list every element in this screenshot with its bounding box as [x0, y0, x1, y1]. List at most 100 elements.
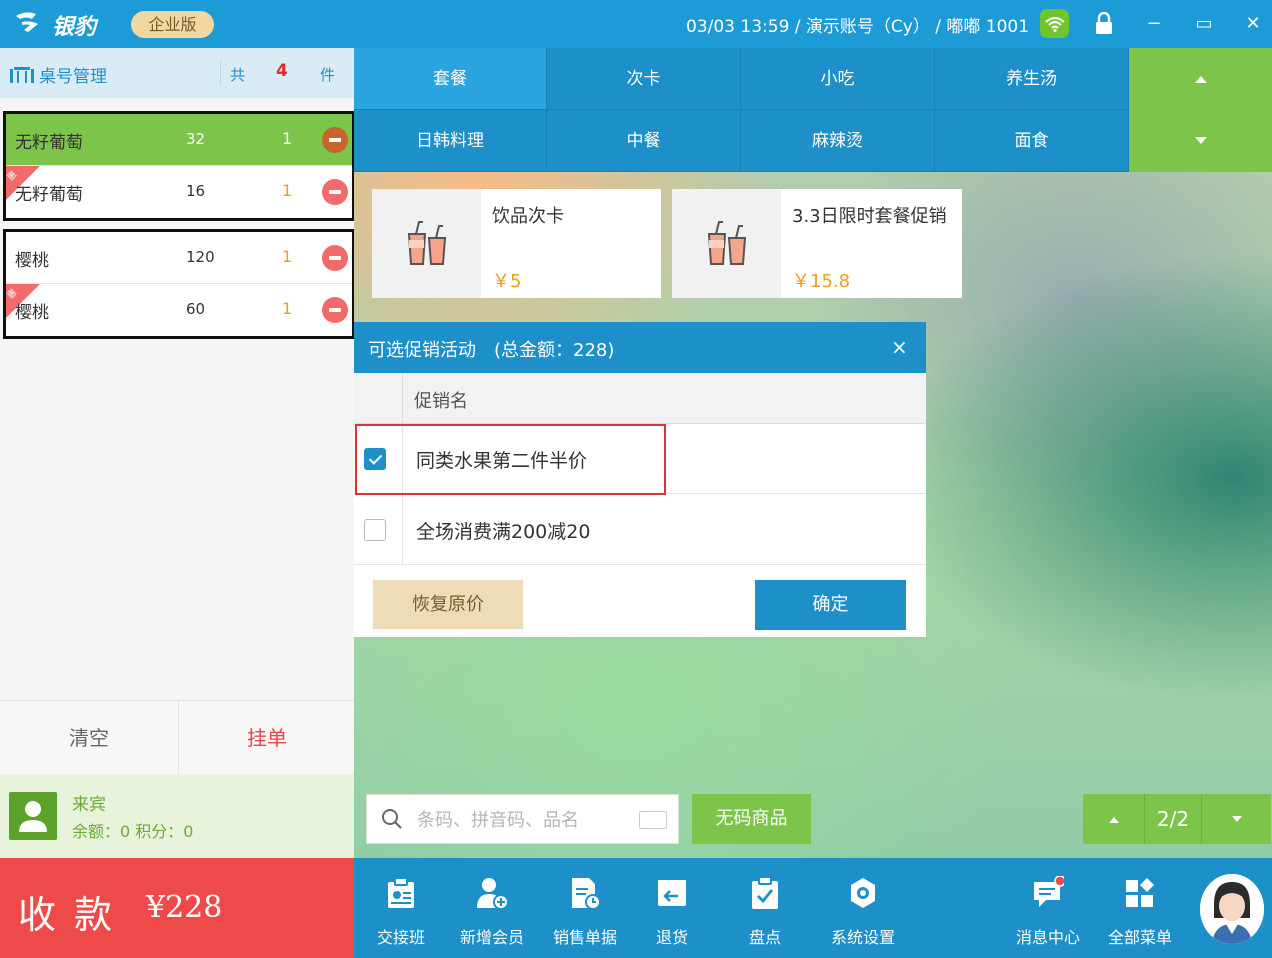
item-qty: 1: [282, 299, 293, 318]
product-name: 饮品次卡: [492, 206, 564, 227]
product-card[interactable]: 3.3日限时套餐促销 ￥15.8: [672, 189, 962, 298]
table-icon: [10, 66, 34, 83]
total-prefix: 共: [230, 66, 246, 84]
category-tab[interactable]: 麻辣烫: [741, 110, 935, 172]
column-divider: [402, 424, 403, 494]
promotion-checkbox[interactable]: [364, 519, 386, 541]
remove-item-icon[interactable]: [322, 245, 348, 271]
item-price: 16: [186, 182, 206, 200]
bottom-toolbar: 交接班 新增会员 销售单据 退货 盘点 系统设置 消息中心 全部菜单: [354, 858, 1272, 958]
category-tab[interactable]: 面食: [935, 110, 1129, 172]
checkout-amount: ¥228: [146, 890, 223, 925]
product-area: 套餐 次卡 小吃 养生汤 日韩料理 中餐 麻辣烫 面食 饮品次卡 ￥5 3.3日…: [354, 48, 1272, 958]
no-barcode-item-button[interactable]: 无码商品: [692, 794, 811, 844]
all-menu-icon: [1126, 878, 1154, 907]
product-price: ￥5: [492, 271, 522, 292]
dialog-header: 可选促销活动 (总金额：228) ×: [354, 322, 926, 373]
promotion-row[interactable]: 全场消费满200减20: [354, 495, 926, 565]
handover-icon: [388, 877, 414, 908]
maximize-button[interactable]: ▭: [1191, 10, 1217, 36]
toolbar-label: 消息中心: [1015, 928, 1080, 947]
order-group: 樱桃 120 1 惠 樱桃 60 1: [3, 229, 355, 339]
product-card[interactable]: 饮品次卡 ￥5: [372, 189, 661, 298]
total-suffix: 件: [320, 66, 336, 84]
order-item[interactable]: 惠 无籽葡萄 16 1: [6, 166, 352, 218]
item-price: 120: [186, 248, 215, 266]
promotion-checkbox[interactable]: [364, 448, 386, 470]
table-management-title[interactable]: 桌号管理: [9, 62, 107, 87]
dialog-close-button[interactable]: ×: [891, 335, 908, 359]
member-panel[interactable]: 来宾 余额：0 积分：0: [0, 774, 354, 858]
search-box[interactable]: [366, 794, 679, 844]
promotion-label: 同类水果第二件半价: [416, 450, 588, 472]
product-price: ￥15.8: [792, 271, 851, 292]
hang-order-button[interactable]: 挂单: [180, 701, 354, 775]
return-button[interactable]: 退货: [627, 858, 717, 958]
toolbar-label: 新增会员: [459, 928, 524, 947]
toolbar-label: 系统设置: [830, 928, 895, 947]
system-settings-button[interactable]: 系统设置: [818, 858, 908, 958]
inventory-button[interactable]: 盘点: [720, 858, 810, 958]
order-item[interactable]: 惠 樱桃 60 1: [6, 284, 352, 336]
order-item[interactable]: 樱桃 120 1: [6, 232, 352, 284]
category-up-button[interactable]: [1129, 48, 1272, 110]
item-name: 樱桃: [15, 251, 49, 271]
customer-service-avatar[interactable]: [1200, 874, 1264, 944]
member-name: 来宾: [72, 795, 106, 815]
lock-icon[interactable]: [1094, 11, 1114, 34]
total-count: 4: [276, 61, 288, 81]
category-tab[interactable]: 养生汤: [935, 48, 1129, 110]
promotion-column-header: 促销名: [354, 373, 926, 424]
category-down-button[interactable]: [1129, 110, 1272, 172]
toolbar-label: 退货: [655, 928, 688, 947]
remove-item-icon[interactable]: [322, 127, 348, 153]
toolbar-label: 销售单据: [552, 928, 617, 947]
app-logo: 银豹: [14, 9, 96, 41]
clear-button[interactable]: 清空: [0, 701, 179, 775]
category-tab[interactable]: 日韩料理: [354, 110, 547, 172]
close-button[interactable]: ✕: [1240, 10, 1266, 36]
column-divider: [402, 373, 403, 424]
remove-item-icon[interactable]: [322, 179, 348, 205]
all-menu-button[interactable]: 全部菜单: [1095, 858, 1185, 958]
item-price: 32: [186, 130, 206, 148]
keyboard-icon[interactable]: [639, 811, 667, 829]
table-title-label: 桌号管理: [39, 67, 107, 87]
drink-icon: [372, 189, 481, 298]
checkout-button[interactable]: 收款 ¥228: [0, 858, 354, 958]
remove-item-icon[interactable]: [322, 297, 348, 323]
handover-button[interactable]: 交接班: [356, 858, 446, 958]
category-tab[interactable]: 小吃: [741, 48, 935, 110]
member-avatar-icon: [9, 792, 57, 840]
search-input[interactable]: [417, 805, 627, 835]
promotion-row[interactable]: 同类水果第二件半价: [354, 424, 926, 494]
header-divider: [220, 60, 221, 86]
category-tab[interactable]: 次卡: [547, 48, 741, 110]
return-icon: [658, 880, 686, 906]
page-up-button[interactable]: [1083, 794, 1145, 844]
restore-price-button[interactable]: 恢复原价: [373, 580, 523, 629]
order-group: 无籽葡萄 32 1 惠 无籽葡萄 16 1: [3, 111, 355, 221]
toolbar-label: 交接班: [376, 928, 425, 947]
minimize-button[interactable]: −: [1141, 10, 1167, 36]
table-header[interactable]: 桌号管理 共 4 件: [0, 48, 354, 98]
add-member-button[interactable]: 新增会员: [447, 858, 537, 958]
inventory-icon: [752, 876, 778, 909]
item-qty: 1: [282, 247, 293, 266]
checkout-label: 收款: [18, 893, 131, 937]
page-down-button[interactable]: [1201, 794, 1271, 844]
item-qty: 1: [282, 129, 293, 148]
category-tab[interactable]: 套餐: [354, 48, 547, 110]
wifi-icon[interactable]: [1040, 9, 1069, 38]
chevron-down-icon: [1231, 815, 1242, 822]
order-item[interactable]: 无籽葡萄 32 1: [6, 114, 352, 166]
confirm-button[interactable]: 确定: [755, 580, 906, 630]
session-status: 03/03 13:59 / 演示账号（Cy） / 嘟嘟 1001: [686, 17, 1030, 37]
message-center-button[interactable]: 消息中心: [1003, 858, 1093, 958]
column-divider: [402, 495, 403, 565]
category-tab[interactable]: 中餐: [547, 110, 741, 172]
sales-receipt-button[interactable]: 销售单据: [540, 858, 630, 958]
title-bar: 银豹 企业版 03/03 13:59 / 演示账号（Cy） / 嘟嘟 1001 …: [0, 0, 1272, 48]
chevron-up-icon: [1108, 816, 1119, 823]
drink-icon: [672, 189, 781, 298]
